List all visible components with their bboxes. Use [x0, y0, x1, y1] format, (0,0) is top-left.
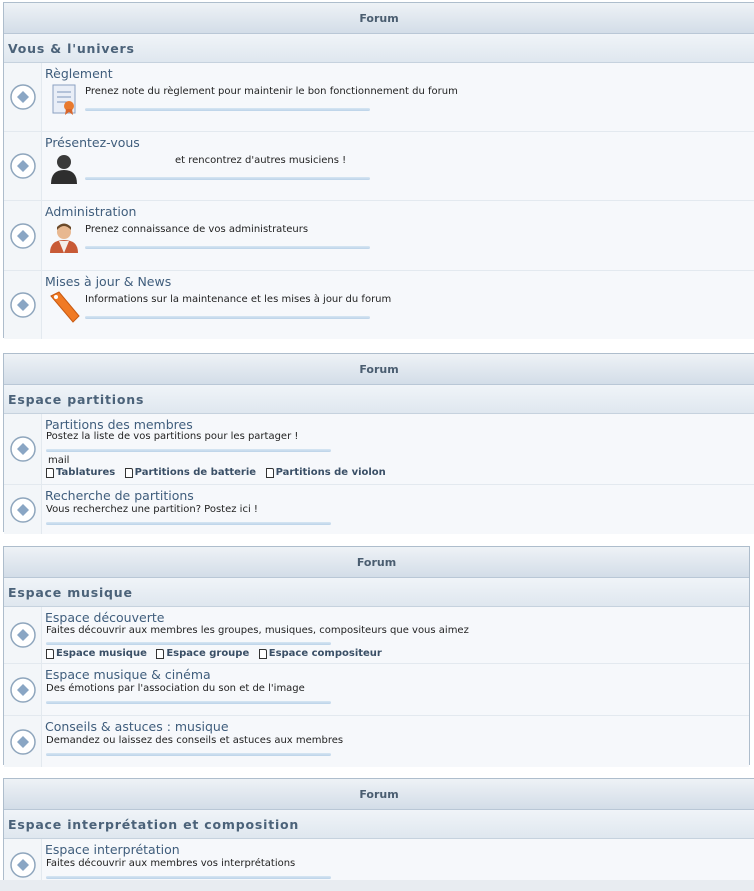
forum-extra-text: mail: [48, 455, 70, 466]
user-silhouette-icon: [47, 152, 81, 186]
page-icon: [46, 467, 54, 478]
section-header: Forum: [4, 354, 754, 385]
forum-description: Des émotions par l'association du son et…: [46, 683, 305, 694]
forum-row: Mises à jour & News Informations sur la …: [4, 271, 754, 339]
forum-description: Informations sur la maintenance et les m…: [85, 294, 392, 305]
forum-read-icon: [9, 676, 37, 704]
subforum-links: Espace musique Espace groupe Espace comp…: [46, 648, 388, 662]
forum-read-icon: [9, 621, 37, 649]
subforum-link[interactable]: Partitions de batterie: [124, 467, 256, 478]
forum-status-cell: [4, 63, 42, 131]
forum-separator-bar: [46, 753, 331, 756]
forum-status-cell: [4, 201, 42, 270]
forum-row: Espace musique & cinéma Des émotions par…: [4, 664, 749, 716]
forum-title-link[interactable]: Partitions des membres: [45, 417, 193, 432]
forum-row: Espace découverte Faites découvrir aux m…: [4, 607, 749, 664]
forum-read-icon: [9, 222, 37, 250]
forum-status-cell: [4, 271, 42, 339]
subforum-links: Tablatures Partitions de batterie Partit…: [46, 467, 392, 481]
page-bottom-strip: [0, 880, 754, 891]
forum-description: Faites découvrir aux membres vos interpr…: [46, 858, 296, 869]
forum-separator-bar: [46, 701, 331, 704]
forum-read-icon: [9, 291, 37, 319]
forum-title-link[interactable]: Espace découverte: [45, 610, 164, 625]
page-icon: [156, 648, 165, 659]
forum-row: Administration Prenez connaissance de vo…: [4, 201, 754, 271]
forum-row: Présentez-vous et rencontrez d'autres mu…: [4, 132, 754, 201]
forum-status-cell: [4, 664, 42, 715]
section-header: Forum: [4, 779, 754, 810]
forum-title-link[interactable]: Recherche de partitions: [45, 488, 194, 503]
page-icon: [265, 467, 274, 478]
forum-title-link[interactable]: Règlement: [45, 66, 113, 81]
category-title[interactable]: Vous & l'univers: [4, 34, 754, 63]
page-icon: [46, 648, 54, 659]
forum-title-link[interactable]: Administration: [45, 204, 136, 219]
forum-description: Prenez connaissance de vos administrateu…: [85, 224, 309, 235]
subforum-link[interactable]: Espace musique: [46, 648, 147, 659]
certificate-icon: [47, 82, 81, 116]
forum-status-cell: [4, 132, 42, 200]
forum-read-icon: [9, 851, 37, 879]
forum-read-icon: [9, 83, 37, 111]
page-icon: [258, 648, 267, 659]
forum-section-vous-univers: Forum Vous & l'univers Règlement Prenez …: [3, 2, 754, 339]
forum-title-link[interactable]: Espace musique & cinéma: [45, 667, 211, 682]
forum-separator-bar: [85, 246, 370, 249]
forum-section-interpretation-composition: Forum Espace interprétation et compositi…: [3, 778, 754, 891]
forum-row: Partitions des membres Postez la liste d…: [4, 414, 754, 485]
forum-status-cell: [4, 716, 42, 767]
tag-icon: [47, 290, 81, 324]
page-icon: [124, 467, 133, 478]
forum-row: Conseils & astuces : musique Demandez ou…: [4, 716, 749, 767]
forum-row: Règlement Prenez note du règlement pour …: [4, 63, 754, 132]
forum-section-espace-partitions: Forum Espace partitions Partitions des m…: [3, 353, 754, 534]
subforum-link[interactable]: Espace groupe: [156, 648, 249, 659]
forum-separator-bar: [46, 449, 331, 452]
subforum-link[interactable]: Partitions de violon: [265, 467, 386, 478]
forum-read-icon: [9, 152, 37, 180]
category-title[interactable]: Espace musique: [4, 578, 749, 607]
category-title[interactable]: Espace interprétation et composition: [4, 810, 754, 839]
forum-row: Recherche de partitions Vous recherchez …: [4, 485, 754, 534]
subforum-link[interactable]: Espace compositeur: [258, 648, 382, 659]
forum-title-link[interactable]: Présentez-vous: [45, 135, 140, 150]
forum-description: et rencontrez d'autres musiciens !: [175, 155, 347, 166]
forum-status-cell: [4, 414, 42, 484]
forum-title-link[interactable]: Espace interprétation: [45, 842, 180, 857]
forum-status-cell: [4, 485, 42, 534]
admin-avatar-icon: [47, 220, 81, 254]
forum-title-link[interactable]: Mises à jour & News: [45, 274, 171, 289]
forum-separator-bar: [46, 522, 331, 525]
forum-title-link[interactable]: Conseils & astuces : musique: [45, 719, 229, 734]
forum-separator-bar: [46, 876, 331, 879]
section-header: Forum: [4, 547, 749, 578]
forum-description: Postez la liste de vos partitions pour l…: [46, 431, 299, 442]
forum-separator-bar: [46, 642, 331, 645]
forum-status-cell: [4, 607, 42, 663]
forum-read-icon: [9, 728, 37, 756]
forum-section-espace-musique: Forum Espace musique Espace découverte F…: [3, 546, 750, 767]
forum-separator-bar: [85, 177, 370, 180]
category-title[interactable]: Espace partitions: [4, 385, 754, 414]
section-header: Forum: [4, 3, 754, 34]
forum-description: Prenez note du règlement pour maintenir …: [85, 86, 458, 97]
forum-description: Demandez ou laissez des conseils et astu…: [46, 735, 344, 746]
forum-description: Vous recherchez une partition? Postez ic…: [46, 504, 258, 515]
subforum-link[interactable]: Tablatures: [46, 467, 115, 478]
forum-description: Faites découvrir aux membres les groupes…: [46, 625, 469, 636]
forum-read-icon: [9, 496, 37, 524]
forum-read-icon: [9, 435, 37, 463]
forum-separator-bar: [85, 316, 370, 319]
forum-separator-bar: [85, 108, 370, 111]
